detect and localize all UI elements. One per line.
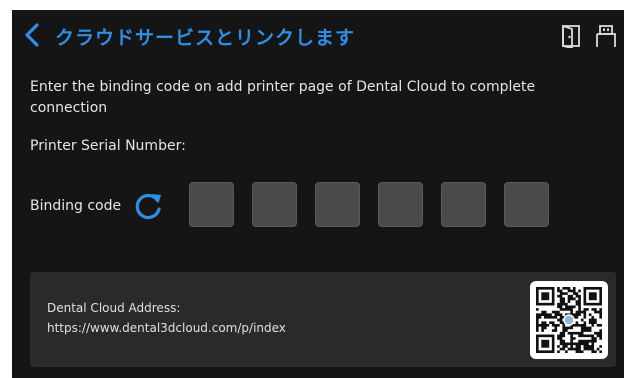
binding-code-digit-5	[441, 182, 486, 227]
cloud-link-screen: クラウドサービスとリンクします Enter the binding code o…	[12, 10, 624, 378]
page-title: クラウドサービスとリンクします	[55, 27, 356, 49]
usb-button[interactable]	[595, 24, 617, 48]
binding-code-digit-1	[189, 182, 234, 227]
refresh-icon	[135, 193, 161, 220]
binding-code-digit-3	[315, 182, 360, 227]
binding-code-label: Binding code	[30, 198, 122, 214]
binding-code-digit-4	[378, 182, 423, 227]
instruction-text: Enter the binding code on add printer pa…	[30, 79, 536, 116]
binding-code-digit-2	[252, 182, 297, 227]
header: クラウドサービスとリンクします	[12, 10, 624, 60]
cloud-address-url: https://www.dental3dcloud.com/p/index	[47, 321, 286, 335]
usb-icon	[596, 25, 616, 47]
serial-number-label: Printer Serial Number:	[30, 138, 186, 154]
back-button[interactable]	[22, 22, 44, 48]
chevron-left-icon	[25, 23, 39, 47]
cloud-address-label: Dental Cloud Address:	[47, 301, 181, 315]
qr-code	[530, 281, 608, 359]
door-icon	[562, 25, 580, 49]
qr-code-icon	[536, 287, 602, 353]
binding-code-digit-6	[504, 182, 549, 227]
door-button[interactable]	[560, 24, 582, 49]
refresh-button[interactable]	[132, 189, 164, 223]
cloud-address-panel: Dental Cloud Address: https://www.dental…	[30, 272, 616, 367]
